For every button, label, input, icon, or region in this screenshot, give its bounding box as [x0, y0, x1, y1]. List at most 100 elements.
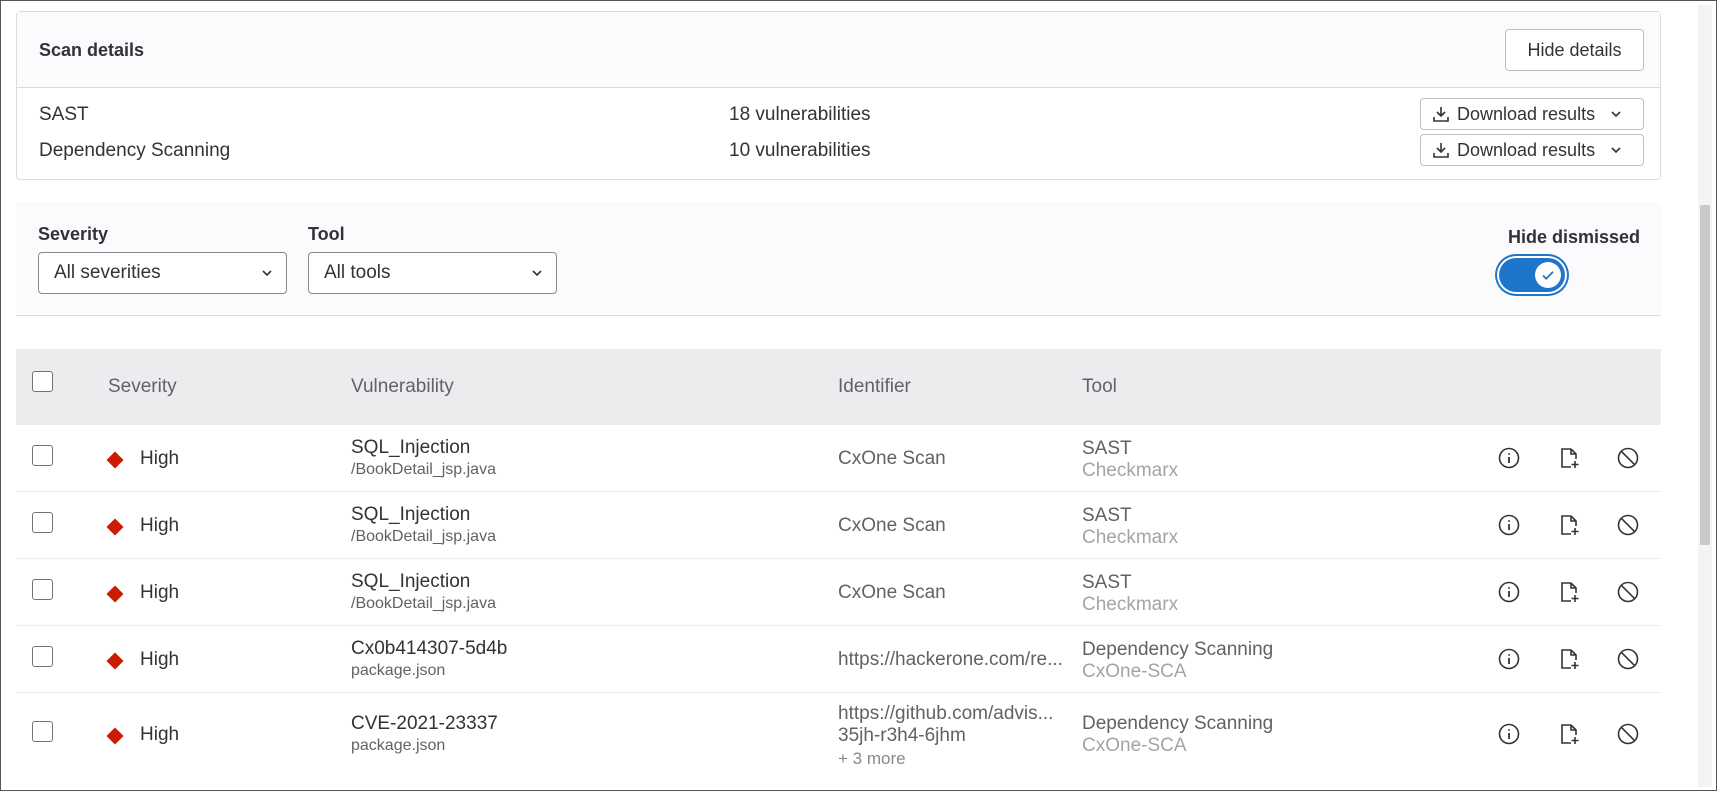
vulnerability-file: /BookDetail_jsp.java — [351, 528, 496, 545]
download-icon — [1433, 143, 1449, 158]
vulnerability-file: /BookDetail_jsp.java — [351, 461, 496, 478]
tool-name: SAST — [1082, 438, 1132, 459]
scanner-name: CxOne-SCA — [1082, 661, 1187, 682]
chevron-down-icon — [262, 270, 272, 277]
dismiss-icon[interactable] — [1616, 722, 1640, 746]
hide-details-button[interactable]: Hide details — [1505, 29, 1644, 71]
row-checkbox[interactable] — [32, 579, 53, 600]
identifier[interactable]: https://github.com/advis... — [838, 703, 1053, 725]
hide-dismissed-toggle[interactable] — [1499, 258, 1565, 292]
info-icon[interactable] — [1497, 513, 1521, 537]
identifier: CxOne Scan — [838, 515, 946, 536]
identifier: CxOne Scan — [838, 582, 946, 603]
vulnerability-file: /BookDetail_jsp.java — [351, 595, 496, 612]
table-row[interactable]: High SQL_Injection /BookDetail_jsp.java … — [16, 559, 1661, 626]
scrollbar-thumb[interactable] — [1700, 205, 1710, 545]
dismiss-icon[interactable] — [1616, 513, 1640, 537]
download-results-button[interactable]: Download results — [1420, 98, 1644, 130]
severity-filter-value: All severities — [54, 262, 161, 283]
severity-text: High — [140, 582, 180, 603]
check-icon — [1542, 271, 1554, 280]
scan-name: SAST — [39, 104, 89, 125]
scan-name: Dependency Scanning — [39, 140, 231, 161]
table-row[interactable]: High CVE-2021-23337 package.json https:/… — [16, 693, 1661, 790]
scan-count: 10 vulnerabilities — [729, 140, 871, 161]
column-header-identifier: Identifier — [838, 376, 911, 397]
download-results-label: Download results — [1457, 139, 1596, 160]
severity-high-icon — [106, 451, 124, 469]
severity-high-icon — [106, 585, 124, 603]
table-row[interactable]: High Cx0b414307-5d4b package.json https:… — [16, 626, 1661, 693]
severity-text: High — [140, 649, 180, 670]
info-icon[interactable] — [1497, 446, 1521, 470]
download-icon — [1433, 107, 1449, 122]
scanner-name: Checkmarx — [1082, 527, 1179, 548]
chevron-down-icon — [532, 270, 542, 277]
identifier[interactable]: https://hackerone.com/re... — [838, 649, 1063, 671]
create-issue-icon[interactable] — [1557, 647, 1581, 671]
vulnerability-title[interactable]: SQL_Injection — [351, 571, 470, 593]
vulnerability-file: package.json — [351, 737, 446, 754]
toggle-knob — [1535, 262, 1561, 288]
tool-name: SAST — [1082, 505, 1132, 526]
severity-high-icon — [106, 652, 124, 670]
severity-high-icon — [106, 727, 124, 745]
table-row[interactable]: High SQL_Injection /BookDetail_jsp.java … — [16, 425, 1661, 492]
identifier-more-link[interactable]: + 3 more — [838, 749, 906, 769]
severity-filter-label: Severity — [38, 224, 109, 244]
info-icon[interactable] — [1497, 722, 1521, 746]
tool-name: Dependency Scanning — [1082, 639, 1274, 660]
create-issue-icon[interactable] — [1557, 580, 1581, 604]
row-checkbox[interactable] — [32, 445, 53, 466]
download-results-button[interactable]: Download results — [1420, 134, 1644, 166]
column-header-tool: Tool — [1082, 376, 1117, 397]
app-frame: Scan details Hide details SAST 18 vulner… — [0, 0, 1717, 791]
column-header-severity: Severity — [108, 376, 177, 397]
hide-dismissed-label: Hide dismissed — [1507, 227, 1640, 247]
scanner-name: CxOne-SCA — [1082, 735, 1187, 756]
tool-filter-select[interactable]: All tools — [308, 252, 557, 294]
vulnerability-file: package.json — [351, 662, 446, 679]
tool-filter-label: Tool — [308, 224, 345, 244]
download-results-label: Download results — [1457, 103, 1596, 124]
scanner-name: Checkmarx — [1082, 460, 1179, 481]
scan-row-sast: SAST 18 vulnerabilities Download results — [17, 96, 1660, 132]
severity-text: High — [140, 448, 180, 469]
vulnerability-title[interactable]: Cx0b414307-5d4b — [351, 638, 507, 660]
severity-text: High — [140, 724, 180, 745]
scan-row-dependency: Dependency Scanning 10 vulnerabilities D… — [17, 132, 1660, 168]
scan-details-card: Scan details Hide details SAST 18 vulner… — [16, 11, 1661, 180]
severity-high-icon — [106, 518, 124, 536]
scan-details-title: Scan details — [39, 40, 145, 60]
column-header-vulnerability: Vulnerability — [351, 376, 454, 397]
severity-filter-select[interactable]: All severities — [38, 252, 287, 294]
info-icon[interactable] — [1497, 647, 1521, 671]
create-issue-icon[interactable] — [1557, 513, 1581, 537]
severity-text: High — [140, 515, 180, 536]
vertical-scrollbar[interactable] — [1698, 5, 1712, 787]
select-all-checkbox[interactable] — [32, 371, 53, 392]
dismiss-icon[interactable] — [1616, 446, 1640, 470]
tool-name: Dependency Scanning — [1082, 713, 1274, 734]
tool-name: SAST — [1082, 572, 1132, 593]
dismiss-icon[interactable] — [1616, 647, 1640, 671]
row-checkbox[interactable] — [32, 721, 53, 742]
create-issue-icon[interactable] — [1557, 722, 1581, 746]
row-checkbox[interactable] — [32, 646, 53, 667]
filter-bar: Severity All severities Tool All tools H… — [16, 202, 1661, 316]
vulnerability-title[interactable]: SQL_Injection — [351, 437, 470, 459]
row-checkbox[interactable] — [32, 512, 53, 533]
chevron-down-icon — [1611, 147, 1621, 154]
scan-details-header: Scan details Hide details — [17, 12, 1660, 88]
tool-filter-value: All tools — [324, 262, 391, 283]
identifier-secondary: 35jh-r3h4-6jhm — [838, 725, 966, 746]
scan-count: 18 vulnerabilities — [729, 104, 871, 125]
dismiss-icon[interactable] — [1616, 580, 1640, 604]
chevron-down-icon — [1611, 111, 1621, 118]
table-row[interactable]: High SQL_Injection /BookDetail_jsp.java … — [16, 492, 1661, 559]
vulnerability-title[interactable]: CVE-2021-23337 — [351, 713, 498, 735]
info-icon[interactable] — [1497, 580, 1521, 604]
vulnerability-table-header: Severity Vulnerability Identifier Tool — [16, 349, 1661, 425]
create-issue-icon[interactable] — [1557, 446, 1581, 470]
vulnerability-title[interactable]: SQL_Injection — [351, 504, 470, 526]
